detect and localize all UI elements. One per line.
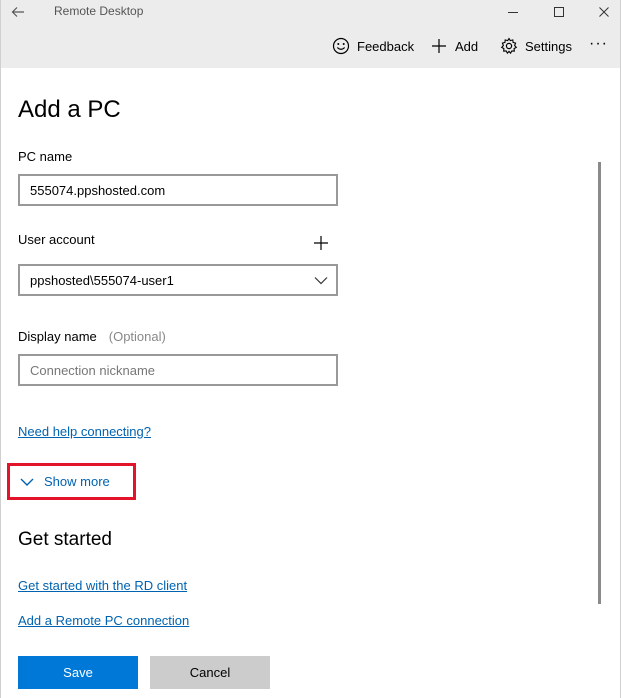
close-icon bbox=[599, 7, 609, 17]
add-user-account-button[interactable] bbox=[311, 233, 331, 253]
back-arrow-icon bbox=[11, 7, 24, 17]
show-more-button[interactable]: Show more bbox=[7, 463, 136, 500]
minimize-button[interactable] bbox=[490, 0, 536, 24]
pc-name-input[interactable]: 555074.ppshosted.com bbox=[18, 174, 338, 206]
feedback-label: Feedback bbox=[357, 38, 415, 54]
app-title: Remote Desktop bbox=[54, 4, 144, 18]
get-started-heading: Get started bbox=[18, 529, 112, 550]
rd-client-guide-link[interactable]: Get started with the RD client bbox=[18, 578, 187, 593]
command-bar: Feedback Add Settings ··· bbox=[1, 24, 620, 68]
add-remote-pc-link[interactable]: Add a Remote PC connection bbox=[18, 613, 189, 628]
display-name-placeholder: Connection nickname bbox=[30, 362, 156, 378]
gear-icon bbox=[499, 36, 519, 56]
user-account-dropdown[interactable]: ppshosted\555074-user1 bbox=[18, 264, 338, 296]
cancel-button[interactable]: Cancel bbox=[150, 656, 270, 689]
minimize-icon bbox=[508, 12, 518, 13]
title-bar: Remote Desktop bbox=[1, 0, 620, 24]
plus-icon bbox=[314, 236, 328, 250]
display-name-label-text: Display name bbox=[18, 329, 97, 344]
scrollbar[interactable] bbox=[598, 162, 601, 604]
close-button[interactable] bbox=[581, 0, 621, 24]
remote-desktop-window: Remote Desktop Feedback Add Settings ···… bbox=[0, 0, 621, 698]
user-account-label: User account bbox=[18, 232, 95, 247]
settings-label: Settings bbox=[525, 38, 572, 54]
chevron-down-icon bbox=[314, 277, 328, 285]
show-more-label: Show more bbox=[44, 474, 110, 489]
add-label: Add bbox=[455, 38, 479, 54]
more-options-button[interactable]: ··· bbox=[589, 33, 608, 55]
page-title: Add a PC bbox=[18, 96, 121, 123]
user-account-value: ppshosted\555074-user1 bbox=[30, 272, 174, 288]
maximize-button[interactable] bbox=[536, 0, 582, 24]
maximize-icon bbox=[554, 7, 564, 17]
back-button[interactable] bbox=[1, 0, 35, 24]
optional-hint: (Optional) bbox=[108, 329, 166, 344]
display-name-input[interactable]: Connection nickname bbox=[18, 354, 338, 386]
pc-name-value: 555074.ppshosted.com bbox=[30, 182, 166, 198]
plus-icon bbox=[429, 36, 449, 56]
display-name-label: Display name (Optional) bbox=[18, 329, 166, 344]
settings-button[interactable]: Settings bbox=[499, 35, 572, 57]
chevron-down-icon bbox=[20, 478, 34, 486]
pc-name-label: PC name bbox=[18, 149, 73, 164]
feedback-button[interactable]: Feedback bbox=[331, 35, 414, 57]
save-button[interactable]: Save bbox=[18, 656, 138, 689]
add-button[interactable]: Add bbox=[429, 35, 478, 57]
help-connecting-link[interactable]: Need help connecting? bbox=[18, 424, 151, 439]
smiley-icon bbox=[331, 36, 351, 56]
